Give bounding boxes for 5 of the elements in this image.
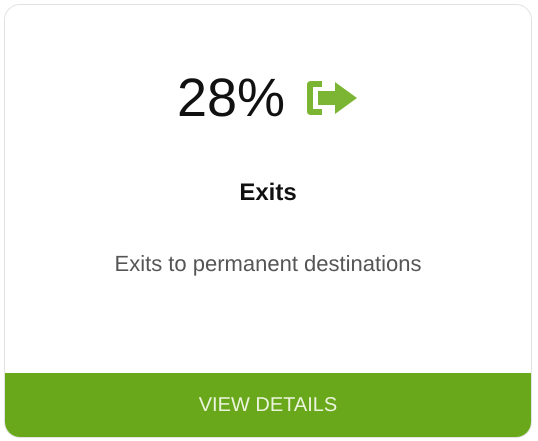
card-title: Exits (239, 179, 297, 207)
percentage-value: 28% (176, 67, 286, 129)
card-description: Exits to permanent destinations (114, 251, 422, 277)
view-details-button[interactable]: VIEW DETAILS (5, 373, 531, 437)
exit-arrow-icon (305, 79, 360, 117)
